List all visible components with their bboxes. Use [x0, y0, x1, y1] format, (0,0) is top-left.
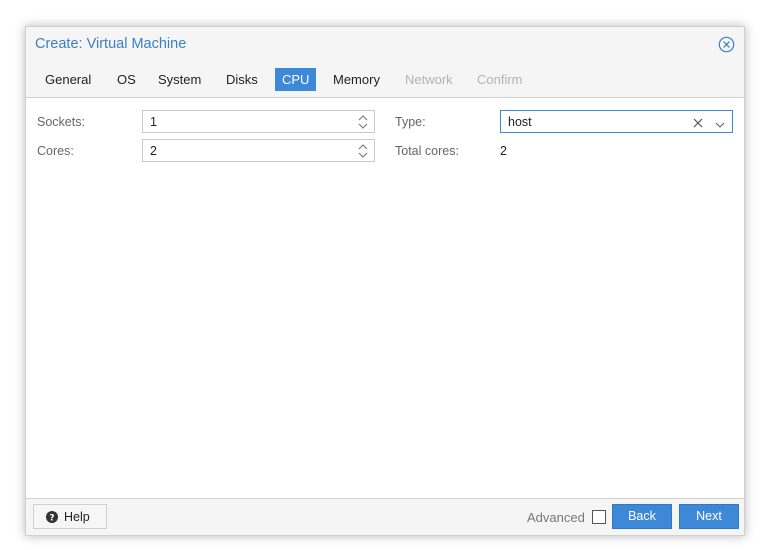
total-cores-value: 2	[500, 144, 507, 158]
cores-spinner[interactable]: 2	[142, 139, 375, 162]
advanced-label: Advanced	[527, 510, 585, 525]
dialog-footer: ? Help Advanced Back Next	[26, 499, 744, 535]
tab-cpu[interactable]: CPU	[275, 68, 317, 91]
total-cores-label: Total cores:	[395, 144, 459, 158]
tab-system[interactable]: System	[151, 68, 208, 91]
spinner-arrows-icon[interactable]	[357, 142, 369, 160]
tab-confirm: Confirm	[477, 72, 523, 87]
sockets-label: Sockets:	[37, 115, 85, 129]
cpu-panel: Sockets: 1 Cores: 2 Type: host Total cor…	[26, 97, 744, 499]
tab-disks[interactable]: Disks	[219, 68, 265, 91]
clear-icon[interactable]	[692, 116, 704, 128]
tab-general[interactable]: General	[38, 68, 98, 91]
chevron-down-icon[interactable]	[714, 117, 726, 128]
question-circle-icon: ?	[46, 511, 58, 524]
type-label: Type:	[395, 115, 426, 129]
sockets-value: 1	[150, 115, 157, 129]
dialog-titlebar[interactable]: Create: Virtual Machine	[26, 27, 744, 63]
cpu-type-combobox[interactable]: host	[500, 110, 733, 133]
tab-os[interactable]: OS	[110, 68, 143, 91]
sockets-spinner[interactable]: 1	[142, 110, 375, 133]
svg-text:?: ?	[49, 514, 54, 524]
close-icon[interactable]	[718, 36, 735, 53]
cpu-type-value: host	[508, 115, 532, 129]
help-label: Help	[64, 510, 90, 524]
help-button[interactable]: ? Help	[33, 504, 107, 529]
tab-network: Network	[405, 72, 453, 87]
dialog-title: Create: Virtual Machine	[35, 36, 187, 52]
tab-memory[interactable]: Memory	[326, 68, 387, 91]
advanced-checkbox[interactable]	[592, 510, 606, 524]
cores-label: Cores:	[37, 144, 74, 158]
spinner-arrows-icon[interactable]	[357, 113, 369, 131]
cores-value: 2	[150, 144, 157, 158]
create-vm-dialog: Create: Virtual Machine General OS Syste…	[25, 26, 745, 536]
back-button[interactable]: Back	[612, 504, 672, 529]
next-button[interactable]: Next	[679, 504, 739, 529]
